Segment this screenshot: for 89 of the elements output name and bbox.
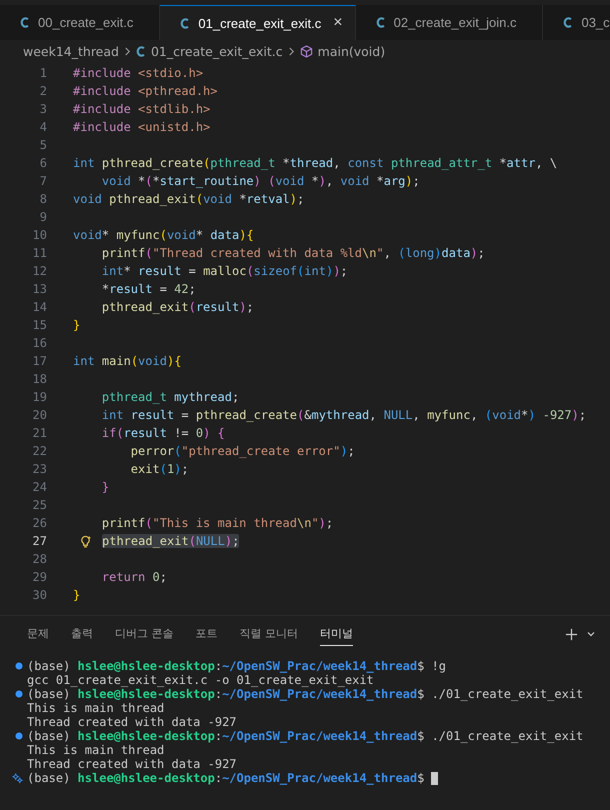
code-line: int result = pthread_create(&mythread, NULL, myfunc, (void*) -927); [100, 408, 586, 422]
code-line: void pthread_exit(void *retval); [73, 192, 304, 206]
line-number: 18 [32, 372, 47, 386]
panel-tab[interactable]: 직렬 모니터 [240, 622, 298, 646]
line-number: 9 [38, 210, 47, 224]
terminal-output: Thread created with data -927 [27, 757, 237, 771]
line-number: 17 [32, 354, 47, 368]
line-number: 2 [38, 84, 47, 98]
line-number: 13 [32, 282, 47, 296]
code-line: #include <pthread.h> [73, 84, 218, 98]
status-dot-icon[interactable] [15, 662, 23, 670]
code-line: pthread_t mythread; [100, 390, 240, 404]
line-number: 22 [32, 444, 47, 458]
close-icon[interactable]: × [333, 14, 343, 32]
code-line: } [100, 480, 110, 494]
c-file-icon [376, 16, 386, 29]
line-number: 14 [32, 300, 47, 314]
terminal-output: Thread created with data -927 [27, 715, 237, 729]
c-file-icon [180, 16, 190, 30]
c-file-icon [20, 16, 30, 29]
line-number: 3 [38, 102, 47, 116]
code-line: exit(1); [130, 462, 189, 476]
line-number: 5 [38, 138, 47, 152]
code-line: printf("Thread created with data %ld\n", (long)data); [100, 246, 485, 260]
editor-tab[interactable]: 02_create_exit_join.c [356, 5, 544, 40]
line-number: 26 [32, 516, 47, 530]
code-line: pthread_exit(result); [100, 300, 254, 314]
panel-tab[interactable]: 포트 [196, 622, 218, 646]
line-number: 16 [32, 336, 47, 350]
line-number: 7 [38, 174, 47, 188]
code-line: void* myfunc(void* data){ [73, 228, 254, 242]
line-number: 25 [32, 498, 47, 512]
line-number: 15 [32, 318, 47, 332]
terminal-prompt: (base) hslee@hslee-desktop:~/OpenSW_Prac/week14_thread$ ./01_create_exit_exit [27, 687, 584, 701]
c-file-icon [136, 44, 146, 58]
terminal-output: gcc 01_create_exit_exit.c -o 01_create_exit_exit [27, 673, 374, 687]
chevron-down-icon[interactable] [586, 629, 596, 639]
breadcrumb-symbol[interactable]: main(void) [318, 44, 386, 58]
line-number: 24 [32, 480, 47, 494]
line-number: 20 [32, 408, 47, 422]
chevron-right-icon [288, 46, 295, 56]
breadcrumb-folder[interactable]: week14_thread [23, 44, 119, 58]
status-dot-icon[interactable] [15, 732, 23, 740]
breadcrumb-file[interactable]: 01_create_exit_exit.c [150, 44, 283, 58]
line-number: 4 [38, 120, 47, 134]
panel-tab[interactable]: 터미널 [320, 622, 353, 646]
terminal-prompt: (base) hslee@hslee-desktop:~/OpenSW_Prac/week14_thread$ [27, 771, 424, 785]
code-line: #include <stdio.h> [73, 66, 204, 80]
panel-tab[interactable]: 출력 [71, 622, 93, 646]
terminal-prompt: (base) hslee@hslee-desktop:~/OpenSW_Prac/week14_thread$ !g [27, 659, 446, 673]
terminal-output: This is main thread [27, 743, 164, 757]
line-number: 8 [38, 192, 47, 206]
line-number: 28 [32, 552, 47, 566]
code-line: int* result = malloc(sizeof(int)); [100, 264, 348, 278]
code-line: return 0; [100, 570, 167, 584]
line-number: 19 [32, 390, 47, 404]
lightbulb-icon[interactable] [79, 534, 92, 548]
code-line: void *(*start_routine) (void *), void *arg); [100, 174, 420, 188]
line-number: 30 [32, 588, 47, 602]
code-line: if(result != 0) { [100, 426, 225, 440]
plus-icon[interactable] [565, 628, 578, 640]
panel-tab[interactable]: 문제 [27, 622, 49, 646]
code-line: int main(void){ [73, 354, 182, 368]
editor-tab[interactable]: 01_create_exit_exit.c × [160, 5, 356, 40]
line-number: 27 [32, 534, 47, 548]
line-number: 11 [32, 246, 47, 260]
code-line: } [73, 588, 80, 602]
code-line: printf("This is main thread\n"); [100, 516, 334, 530]
terminal-prompt: (base) hslee@hslee-desktop:~/OpenSW_Prac/week14_thread$ ./01_create_exit_exit [27, 729, 584, 743]
line-number: 29 [32, 570, 47, 584]
line-number: 23 [32, 462, 47, 476]
line-number: 12 [32, 264, 47, 278]
code-line: *result = 42; [100, 282, 196, 296]
line-number: 10 [32, 228, 47, 242]
sparkle-icon[interactable] [12, 772, 23, 784]
line-number: 21 [32, 426, 47, 440]
chevron-right-icon [124, 46, 131, 56]
code-line: #include <stdlib.h> [73, 102, 210, 116]
code-line: #include <unistd.h> [73, 120, 210, 134]
line-number: 6 [38, 156, 47, 170]
cube-icon [300, 44, 313, 58]
status-dot-icon[interactable] [15, 690, 23, 698]
c-file-icon [563, 16, 574, 29]
line-number: 1 [38, 66, 47, 80]
code-line: perror("pthread_create error"); [130, 444, 355, 458]
terminal-output: This is main thread [27, 701, 164, 715]
code-line: } [73, 318, 80, 332]
panel-tab[interactable]: 디버그 콘솔 [115, 622, 174, 646]
code-line: int pthread_create(pthread_t *thread, const pthread_attr_t *attr, \ [73, 156, 558, 170]
